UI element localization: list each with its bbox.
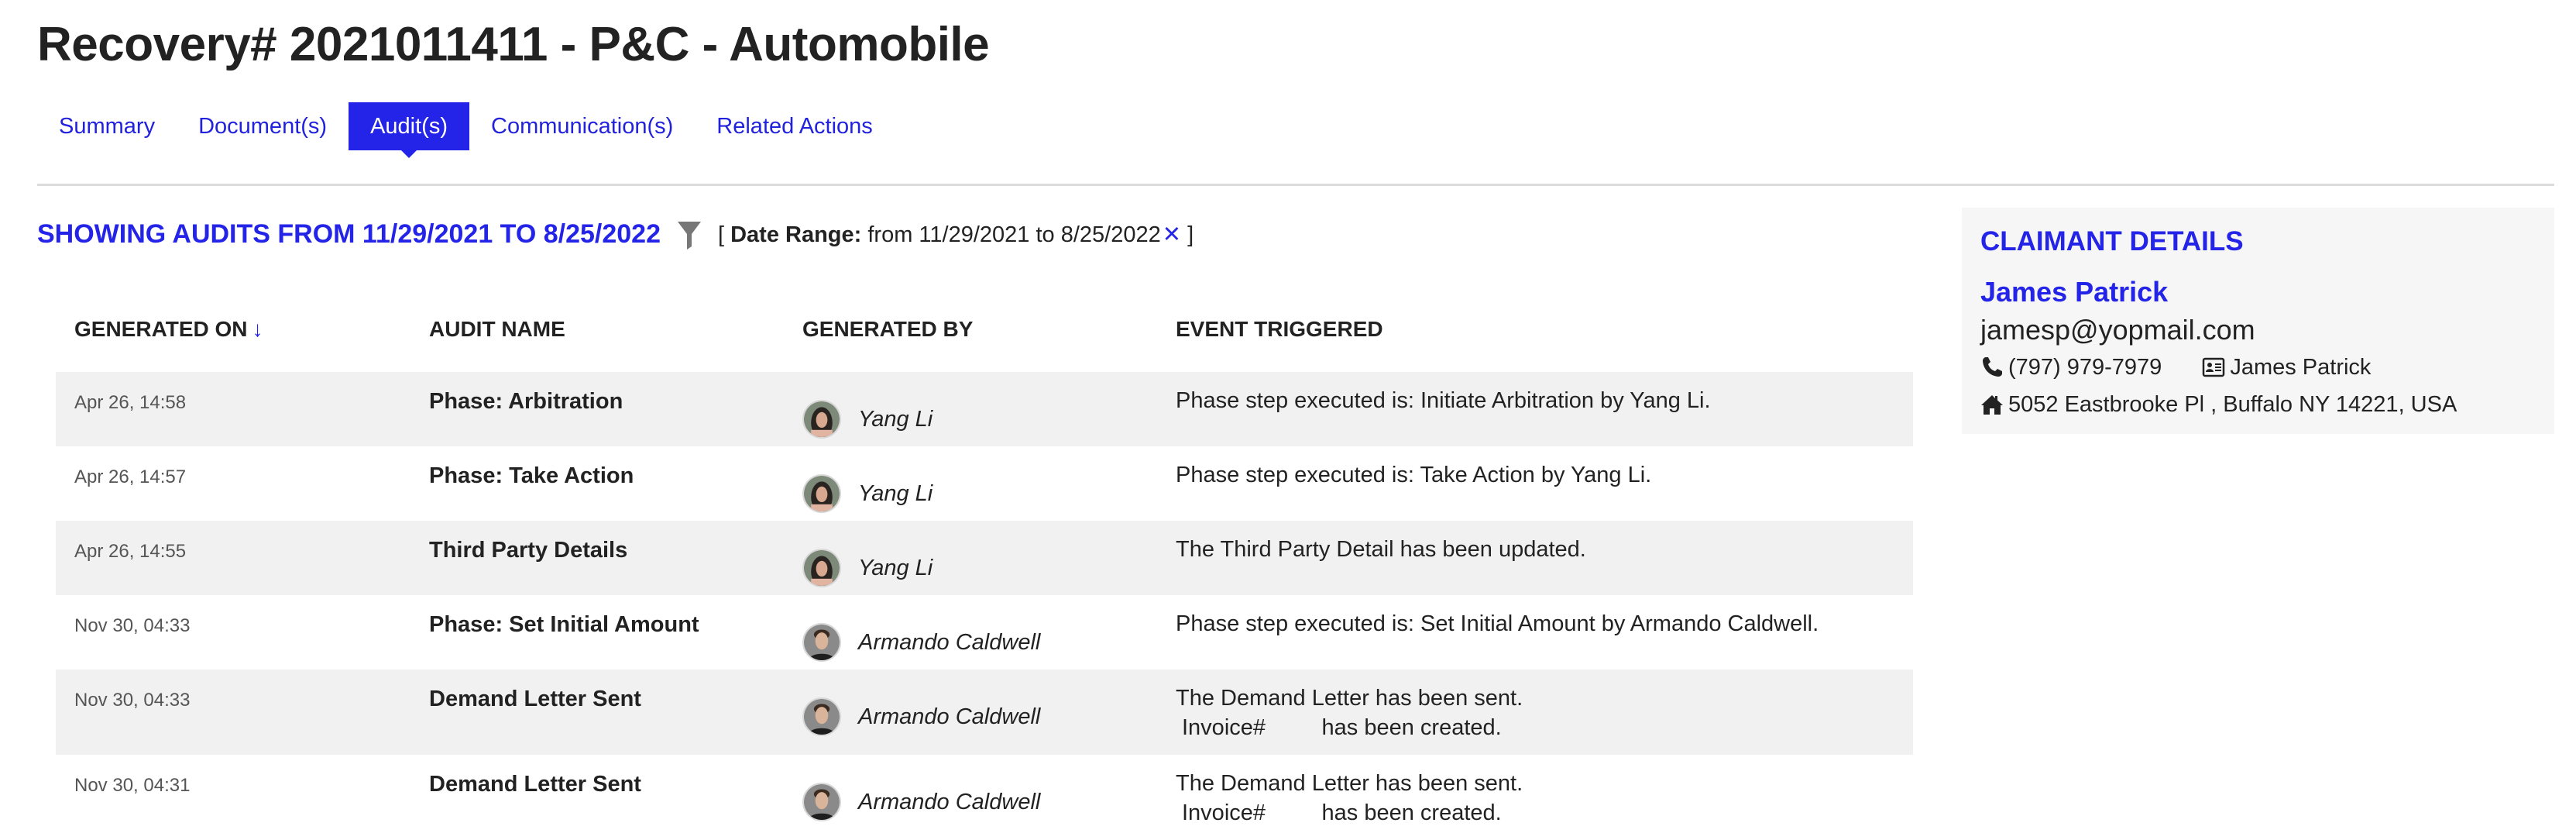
table-row[interactable]: Apr 26, 14:55 Third Party Details Yang L… xyxy=(56,521,1913,595)
claimant-name-link[interactable]: James Patrick xyxy=(1980,273,2536,312)
claimant-phone: (797) 979-7979 xyxy=(2008,355,2162,380)
event-line-invoice: Invoice# has been created. xyxy=(1182,715,1502,740)
claimant-contact-line: (797) 979-7979 James Patrick xyxy=(1980,349,2536,386)
table-row[interactable]: Nov 30, 04:33 Demand Letter Sent Armando… xyxy=(56,670,1913,755)
bracket-open: [ xyxy=(717,222,725,247)
table-row[interactable]: Apr 26, 14:57 Phase: Take Action Yang Li… xyxy=(56,446,1913,521)
bracket-close: ] xyxy=(1187,222,1194,247)
column-header-generated-on[interactable]: GENERATED ON ↓ xyxy=(56,317,429,342)
generated-by: Yang Li xyxy=(802,392,1176,439)
audit-name: Phase: Take Action xyxy=(429,463,634,488)
event-line: Phase step executed is: Initiate Arbitra… xyxy=(1176,388,1711,413)
claimant-details-heading: CLAIMANT DETAILS xyxy=(1980,226,2244,256)
generated-by-name: Armando Caldwell xyxy=(858,704,1041,729)
claimant-contact-name: James Patrick xyxy=(2230,355,2372,380)
event-triggered: Phase step executed is: Set Initial Amou… xyxy=(1176,609,1913,639)
claimant-details-panel: CLAIMANT DETAILS James Patrick jamesp@yo… xyxy=(1962,208,2554,434)
page-title: Recovery# 2021011411 - P&C - Automobile xyxy=(37,18,990,71)
event-triggered: Phase step executed is: Take Action by Y… xyxy=(1176,460,1913,490)
generated-by: Armando Caldwell xyxy=(802,690,1176,736)
date-range-chip: [ Date Range: from 11/29/2021 to 8/25/20… xyxy=(718,221,1194,248)
event-line: Phase step executed is: Set Initial Amou… xyxy=(1176,611,1819,636)
generated-on: Nov 30, 04:31 xyxy=(74,775,191,796)
generated-on: Nov 30, 04:33 xyxy=(74,615,191,636)
generated-by-name: Armando Caldwell xyxy=(858,629,1041,655)
phone-icon xyxy=(1980,356,2004,379)
female-avatar xyxy=(802,400,841,439)
home-icon xyxy=(1980,393,2004,416)
event-line: The Demand Letter has been sent. xyxy=(1176,686,1523,711)
clear-date-range-icon[interactable]: ✕ xyxy=(1163,222,1181,247)
column-header-event-triggered[interactable]: EVENT TRIGGERED xyxy=(1176,317,1913,342)
event-line: Phase step executed is: Take Action by Y… xyxy=(1176,463,1652,487)
column-header-label: GENERATED ON xyxy=(74,317,248,341)
table-row[interactable]: Nov 30, 04:33 Phase: Set Initial Amount … xyxy=(56,595,1913,670)
generated-by: Yang Li xyxy=(802,466,1176,513)
audit-name: Phase: Set Initial Amount xyxy=(429,612,699,637)
filter-icon[interactable] xyxy=(676,219,702,250)
tab-summary[interactable]: Summary xyxy=(37,102,177,150)
male-avatar xyxy=(802,783,841,821)
female-avatar xyxy=(802,474,841,513)
generated-on: Apr 26, 14:55 xyxy=(74,541,187,562)
table-row[interactable]: Nov 30, 04:31 Demand Letter Sent Armando… xyxy=(56,755,1913,840)
column-header-generated-by[interactable]: GENERATED BY xyxy=(802,317,1176,342)
contact-card-icon xyxy=(2202,356,2225,379)
generated-by: Yang Li xyxy=(802,541,1176,587)
event-triggered: The Demand Letter has been sent. Invoice… xyxy=(1176,769,1913,828)
audit-name: Demand Letter Sent xyxy=(429,772,641,797)
claimant-address-line: 5052 Eastbrooke Pl , Buffalo NY 14221, U… xyxy=(1980,386,2536,423)
tab-bar: Summary Document(s) Audit(s) Communicati… xyxy=(37,102,895,150)
tab-audits[interactable]: Audit(s) xyxy=(349,102,469,150)
table-header: GENERATED ON ↓ AUDIT NAME GENERATED BY EV… xyxy=(56,287,1913,372)
audit-name: Third Party Details xyxy=(429,538,628,563)
audit-name: Phase: Arbitration xyxy=(429,389,623,414)
male-avatar xyxy=(802,623,841,662)
tab-related-actions[interactable]: Related Actions xyxy=(695,102,895,150)
generated-on: Apr 26, 14:58 xyxy=(74,392,187,413)
generated-by-name: Yang Li xyxy=(858,406,933,432)
column-header-audit-name[interactable]: AUDIT NAME xyxy=(429,317,802,342)
divider xyxy=(37,184,2554,186)
claimant-email: jamesp@yopmail.com xyxy=(1980,314,2255,346)
event-line: The Third Party Detail has been updated. xyxy=(1176,537,1586,562)
event-triggered: The Third Party Detail has been updated. xyxy=(1176,535,1913,564)
generated-by-name: Yang Li xyxy=(858,555,933,580)
audit-filter-bar: SHOWING AUDITS FROM 11/29/2021 TO 8/25/2… xyxy=(37,219,1194,250)
generated-by: Armando Caldwell xyxy=(802,615,1176,662)
audit-table: GENERATED ON ↓ AUDIT NAME GENERATED BY EV… xyxy=(56,287,1913,840)
female-avatar xyxy=(802,549,841,587)
event-line: The Demand Letter has been sent. xyxy=(1176,771,1523,796)
generated-by: Armando Caldwell xyxy=(802,775,1176,821)
event-triggered: Phase step executed is: Initiate Arbitra… xyxy=(1176,386,1913,415)
table-row[interactable]: Apr 26, 14:58 Phase: Arbitration Yang Li… xyxy=(56,372,1913,446)
table-body: Apr 26, 14:58 Phase: Arbitration Yang Li… xyxy=(56,372,1913,840)
generated-by-name: Yang Li xyxy=(858,480,933,506)
date-range-value: from 11/29/2021 to 8/25/2022 xyxy=(867,222,1161,247)
date-range-label: Date Range: xyxy=(730,222,862,247)
tab-documents[interactable]: Document(s) xyxy=(177,102,349,150)
audit-name: Demand Letter Sent xyxy=(429,687,641,711)
event-line-invoice: Invoice# has been created. xyxy=(1182,800,1502,825)
generated-by-name: Armando Caldwell xyxy=(858,789,1041,814)
claimant-address: 5052 Eastbrooke Pl , Buffalo NY 14221, U… xyxy=(2008,392,2458,417)
male-avatar xyxy=(802,697,841,736)
event-triggered: The Demand Letter has been sent. Invoice… xyxy=(1176,683,1913,742)
generated-on: Apr 26, 14:57 xyxy=(74,466,187,487)
generated-on: Nov 30, 04:33 xyxy=(74,690,191,711)
audit-range-heading: SHOWING AUDITS FROM 11/29/2021 TO 8/25/2… xyxy=(37,219,661,249)
sort-descending-icon[interactable]: ↓ xyxy=(252,317,263,341)
tab-communications[interactable]: Communication(s) xyxy=(469,102,695,150)
